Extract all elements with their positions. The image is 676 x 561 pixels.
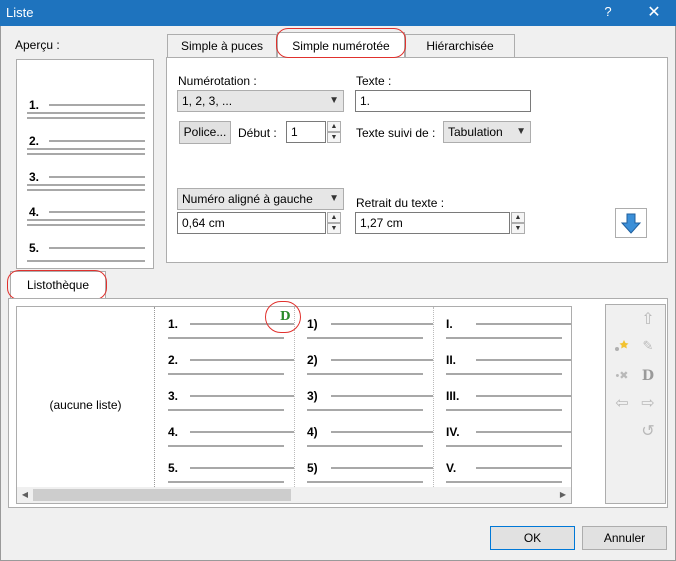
alignment-select[interactable]: Numéro aligné à gauche ▼ [177, 188, 344, 210]
list-item-number: 2. [168, 353, 179, 367]
spin-up-icon[interactable]: ▲ [327, 121, 341, 132]
followed-by-value: Tabulation [448, 125, 503, 139]
text-indent-input[interactable]: 1,27 cm [355, 212, 510, 234]
chevron-down-icon: ▼ [516, 126, 526, 137]
preview-item-number: 4. [29, 205, 40, 219]
preview-item-number: 5. [29, 241, 40, 255]
preview-item: 5. [27, 241, 145, 262]
reset-icon[interactable]: ↺ [637, 421, 659, 443]
alignment-select-value: Numéro aligné à gauche [182, 192, 313, 206]
remove-from-library-icon[interactable]: •✖ [611, 365, 633, 387]
list-item-number: III. [446, 389, 460, 403]
start-label: Début : [238, 126, 277, 140]
help-button[interactable]: ? [600, 4, 616, 19]
list-item-number: 5. [168, 461, 179, 475]
move-left-icon[interactable]: ⇦ [611, 393, 633, 415]
highlight-library-tab [7, 270, 107, 300]
list-item-number: II. [446, 353, 457, 367]
library-tools: ⇧ ✎ •✖ D ⇦ ⇨ ↺ [605, 304, 666, 504]
list-item-number: IV. [446, 425, 460, 439]
followed-by-select[interactable]: Tabulation ▼ [443, 121, 531, 143]
close-button[interactable]: ✕ [632, 1, 676, 25]
list-item-number: 3) [307, 389, 318, 403]
numbering-select-value: 1, 2, 3, ... [182, 94, 233, 108]
library-item-none[interactable]: (aucune liste) [17, 307, 155, 487]
ok-button[interactable]: OK [490, 526, 575, 550]
list-item-number: 1) [307, 317, 318, 331]
highlight-active-tab [276, 28, 406, 58]
arrow-down-icon [620, 213, 642, 234]
preview-item-number: 1. [29, 98, 40, 112]
list-item-number: I. [446, 317, 453, 331]
list-item-number: 1. [168, 317, 179, 331]
numbered-tab-panel: Numérotation : 1, 2, 3, ... ▼ Texte : 1.… [166, 57, 668, 263]
alignment-indent-spinner[interactable]: ▲ ▼ [327, 212, 341, 234]
move-up-icon[interactable]: ⇧ [637, 309, 659, 331]
preview-label: Aperçu : [15, 38, 60, 52]
list-item-number: 5) [307, 461, 318, 475]
numbering-label: Numérotation : [178, 74, 257, 88]
list-dialog: Aperçu : 1. 2. 3. 4. 5. Simple à puces S… [0, 26, 676, 561]
spin-up-icon[interactable]: ▲ [511, 212, 525, 223]
spin-down-icon[interactable]: ▼ [327, 132, 341, 143]
font-button[interactable]: Police... [179, 121, 231, 144]
numbering-select[interactable]: 1, 2, 3, ... ▼ [177, 90, 344, 112]
list-item-number: 4. [168, 425, 179, 439]
text-indent-label: Retrait du texte : [356, 196, 445, 210]
text-indent-spinner[interactable]: ▲ ▼ [511, 212, 525, 234]
library-item-roman[interactable]: I. II. III. IV. V. [434, 307, 571, 487]
chevron-down-icon: ▼ [329, 193, 339, 204]
add-to-library-icon[interactable] [611, 335, 633, 357]
set-default-icon[interactable]: D [637, 365, 659, 387]
spin-down-icon[interactable]: ▼ [511, 223, 525, 234]
list-item-number: 3. [168, 389, 179, 403]
title-bar: Liste ? ✕ [0, 0, 676, 26]
apply-down-button[interactable] [615, 208, 647, 238]
text-label: Texte : [356, 74, 392, 88]
highlight-default-marker [265, 301, 301, 333]
edit-list-icon[interactable]: ✎ [637, 335, 659, 357]
list-item-number: 4) [307, 425, 318, 439]
alignment-indent-input[interactable]: 0,64 cm [177, 212, 326, 234]
window-title: Liste [6, 5, 34, 20]
spin-up-icon[interactable]: ▲ [327, 212, 341, 223]
library-gallery: (aucune liste) 1. 2. 3. 4. 5. D 1) 2) 3)… [16, 306, 572, 504]
horizontal-scrollbar[interactable]: ◀ ▶ [17, 487, 571, 503]
chevron-down-icon: ▼ [329, 95, 339, 106]
tab-simple-bullets[interactable]: Simple à puces [167, 34, 277, 58]
move-right-icon[interactable]: ⇨ [637, 393, 659, 415]
library-item-decimal[interactable]: 1. 2. 3. 4. 5. D [156, 307, 294, 487]
cancel-button[interactable]: Annuler [582, 526, 667, 550]
scroll-left-icon[interactable]: ◀ [17, 487, 33, 503]
scrollbar-thumb[interactable] [33, 489, 291, 501]
preview-box: 1. 2. 3. 4. 5. [16, 59, 154, 269]
start-input[interactable]: 1 [286, 121, 326, 143]
library-item-parenthesis[interactable]: 1) 2) 3) 4) 5) [295, 307, 433, 487]
preview-item-number: 3. [29, 170, 40, 184]
followed-by-label: Texte suivi de : [356, 126, 436, 140]
start-spinner[interactable]: ▲ ▼ [327, 121, 341, 143]
text-input[interactable]: 1. [355, 90, 531, 112]
preview-item-number: 2. [29, 134, 40, 148]
spin-down-icon[interactable]: ▼ [327, 223, 341, 234]
list-item-number: V. [446, 461, 457, 475]
scroll-right-icon[interactable]: ▶ [555, 487, 571, 503]
list-item-number: 2) [307, 353, 318, 367]
tab-hierarchical[interactable]: Hiérarchisée [405, 34, 515, 58]
